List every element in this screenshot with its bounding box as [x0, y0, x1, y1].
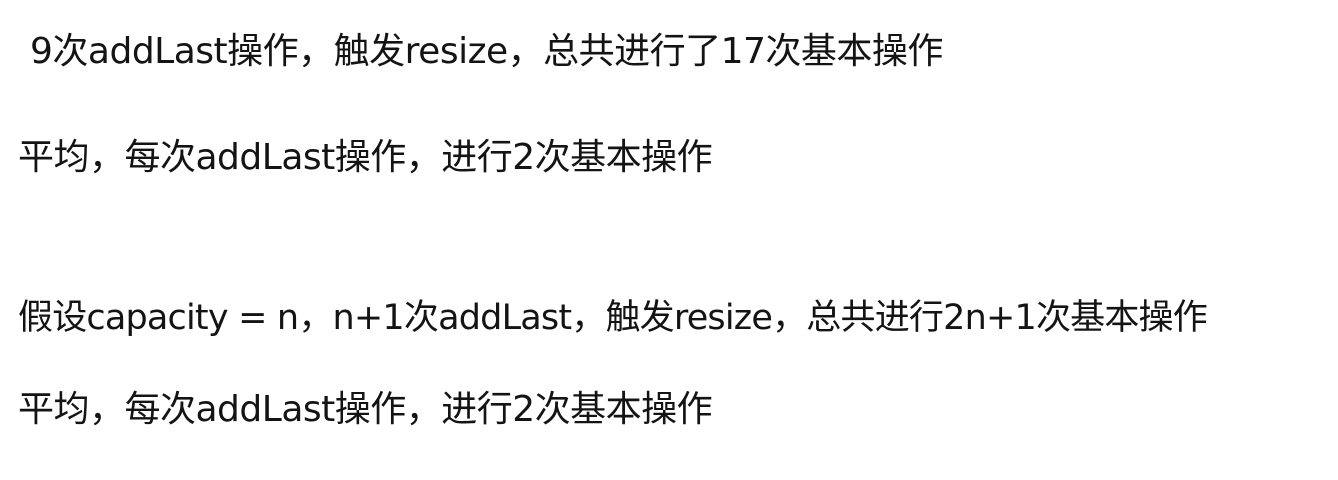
text-line-example-9-addlast: 9次addLast操作，触发resize，总共进行了17次基本操作 — [30, 31, 943, 72]
text-line-average-example: 平均，每次addLast操作，进行2次基本操作 — [18, 137, 713, 178]
text-line-general-capacity-n: 假设capacity = n，n+1次addLast，触发resize，总共进行… — [18, 298, 1208, 338]
document-page: 9次addLast操作，触发resize，总共进行了17次基本操作 平均，每次a… — [0, 0, 1338, 480]
text-line-average-general: 平均，每次addLast操作，进行2次基本操作 — [18, 389, 713, 430]
